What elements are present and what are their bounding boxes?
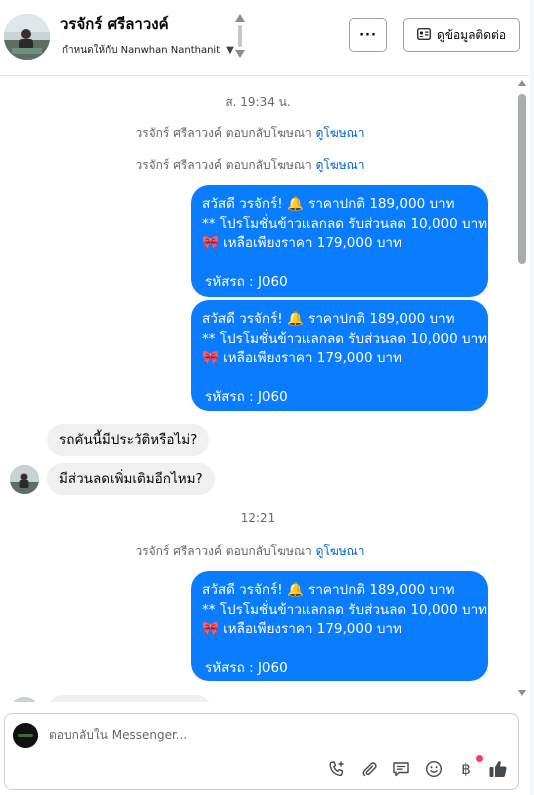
view-ad-link[interactable]: ดูโฆษณา <box>316 544 365 558</box>
emoji-icon[interactable] <box>424 759 444 779</box>
ad-reply-notice: วรจักร์ ศรีลาวงค์ ตอบกลับโฆษณา ดูโฆษณา <box>0 156 500 175</box>
message-thread[interactable]: ส. 19:34 น. วรจักร์ ศรีลาวงค์ ตอบกลับโฆษ… <box>0 77 516 702</box>
message-input[interactable] <box>49 728 489 742</box>
scrollbar-thumb[interactable] <box>518 94 526 264</box>
more-label: ··· <box>359 27 377 43</box>
view-ad-link[interactable]: ดูโฆษณา <box>316 126 365 140</box>
conversation-header: วรจักร์ ศรีลาวงค์ กำหนดให้กับ Nanwhan Na… <box>0 0 534 76</box>
incoming-message[interactable]: รถคันนี้มีประวัติหรือไม่? <box>47 424 210 456</box>
promo-line-1: สวัสดี วรจักร์! 🔔 ราคาปกติ 189,000 บาท <box>202 196 455 212</box>
phone-add-icon[interactable] <box>327 759 347 779</box>
incoming-message-partial[interactable] <box>47 695 212 702</box>
car-code: รหัสรถ : J060 <box>205 274 288 290</box>
car-code: รหัสรถ : J060 <box>205 389 288 405</box>
outgoing-message[interactable]: สวัสดี วรจักร์! 🔔 ราคาปกติ 189,000 บาท *… <box>191 300 488 411</box>
notification-dot <box>476 755 483 762</box>
chevron-down-icon: ▼ <box>226 45 234 56</box>
ad-reply-notice: วรจักร์ ศรีลาวงค์ ตอบกลับโฆษณา ดูโฆษณา <box>0 542 500 561</box>
contact-card-icon <box>417 27 431 43</box>
message-scrollbar[interactable] <box>516 78 530 702</box>
promo-line-2: ** โปรโมชั่นข้าวแลกลด รับส่วนลด 10,000 บ… <box>202 215 488 232</box>
promo-line-3: 🎀 เหลือเพียงราคา 179,000 บาท <box>202 235 402 251</box>
outgoing-message[interactable]: สวัสดี วรจักร์! 🔔 ราคาปกติ 189,000 บาท *… <box>191 571 488 681</box>
message-composer: ฿ <box>4 713 519 790</box>
ad-reply-notice: วรจักร์ ศรีลาวงค์ ตอบกลับโฆษณา ดูโฆษณา <box>0 124 500 143</box>
saved-reply-icon[interactable] <box>391 759 411 779</box>
promo-line-3: 🎀 เหลือเพียงราคา 179,000 บาท <box>202 621 402 637</box>
contact-info-label: ดูข้อมูลติดต่อ <box>436 27 507 42</box>
timestamp: ส. 19:34 น. <box>225 95 291 109</box>
promo-line-1: สวัสดี วรจักร์! 🔔 ราคาปกติ 189,000 บาท <box>202 582 455 598</box>
contact-avatar[interactable] <box>4 14 50 60</box>
view-contact-button[interactable]: ดูข้อมูลติดต่อ <box>403 18 520 52</box>
outgoing-message[interactable]: สวัสดี วรจักร์! 🔔 ราคาปกติ 189,000 บาท *… <box>191 185 488 297</box>
contact-avatar-small[interactable] <box>10 697 39 702</box>
paperclip-icon[interactable] <box>359 759 379 779</box>
promo-line-1: สวัสดี วรจักร์! 🔔 ราคาปกติ 189,000 บาท <box>202 311 455 327</box>
ad-reply-text: วรจักร์ ศรีลาวงค์ ตอบกลับโฆษณา <box>135 544 312 558</box>
promo-line-2: ** โปรโมชั่นข้าวแลกลด รับส่วนลด 10,000 บ… <box>202 330 488 347</box>
car-code: รหัสรถ : J060 <box>205 660 288 676</box>
baht-icon[interactable]: ฿ <box>456 759 476 779</box>
resize-handle-icon[interactable] <box>234 13 246 59</box>
promo-line-3: 🎀 เหลือเพียงราคา 179,000 บาท <box>202 350 402 366</box>
more-options-button[interactable]: ··· <box>349 18 387 52</box>
ad-reply-text: วรจักร์ ศรีลาวงค์ ตอบกลับโฆษณา <box>135 126 312 140</box>
page-avatar <box>13 723 38 748</box>
assignment-dropdown[interactable]: กำหนดให้กับ Nanwhan Nanthanit ▼ <box>62 43 234 58</box>
timestamp: 12:21 <box>240 511 276 525</box>
panel-edge <box>530 0 534 795</box>
promo-line-2: ** โปรโมชั่นข้าวแลกลด รับส่วนลด 10,000 บ… <box>202 601 488 618</box>
incoming-message[interactable]: มีส่วนลดเพิ่มเติมอีกไหม? <box>47 463 215 495</box>
thumbs-up-icon[interactable] <box>488 759 508 779</box>
ad-reply-text: วรจักร์ ศรีลาวงค์ ตอบกลับโฆษณา <box>135 158 312 172</box>
contact-name: วรจักร์ ศรีลาวงค์ <box>60 15 169 33</box>
contact-avatar-small[interactable] <box>10 465 39 494</box>
assignment-label: กำหนดให้กับ Nanwhan Nanthanit <box>62 45 221 56</box>
view-ad-link[interactable]: ดูโฆษณา <box>316 158 365 172</box>
scroll-down-arrow-icon[interactable] <box>518 690 526 696</box>
scroll-up-arrow-icon[interactable] <box>518 80 526 86</box>
